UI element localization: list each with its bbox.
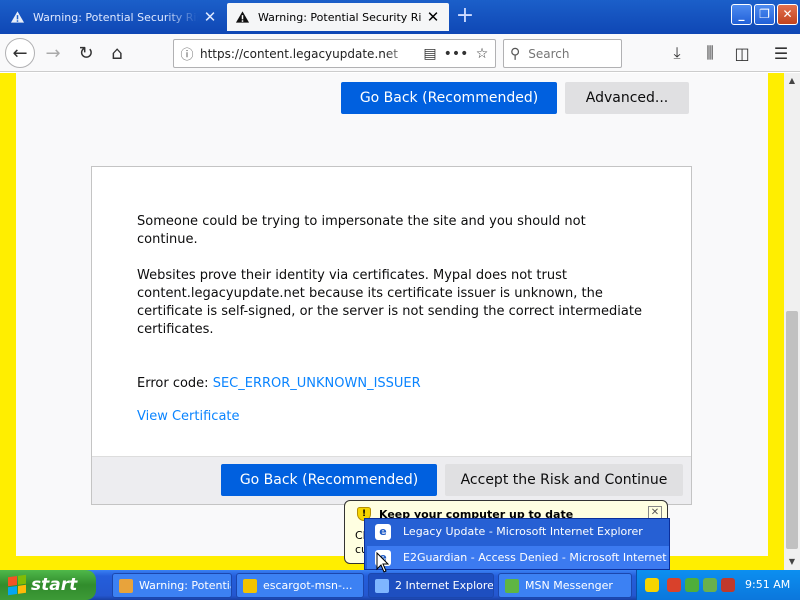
arrow-right-icon: → xyxy=(45,42,61,64)
new-tab-button[interactable]: + xyxy=(452,4,478,30)
close-window-button[interactable]: ✕ xyxy=(777,4,798,25)
taskbar: start Warning: Potential Security Risk A… xyxy=(0,570,800,600)
bookmark-star-icon[interactable]: ☆ xyxy=(469,46,495,62)
scrollbar-thumb[interactable] xyxy=(786,311,798,549)
scroll-up-icon[interactable]: ▲ xyxy=(784,73,800,89)
home-button[interactable]: ⌂ xyxy=(102,38,132,68)
tab-title: Warning: Potential Security Risk Ahead xyxy=(258,10,421,24)
advanced-button[interactable]: Advanced... xyxy=(565,82,689,114)
library-icon: ⫼ xyxy=(706,43,714,62)
warning-icon xyxy=(235,11,250,23)
msn-messenger-icon xyxy=(505,578,519,593)
reader-view-icon[interactable]: ▤ xyxy=(417,46,443,62)
network-icon[interactable] xyxy=(703,578,717,592)
tab-close-icon[interactable]: ✕ xyxy=(425,8,441,26)
warning-icon xyxy=(10,11,25,23)
tab-security-warning-1[interactable]: Warning: Potential Security Risk Ahead ✕ xyxy=(2,3,226,31)
arrow-left-icon: ← xyxy=(12,42,28,64)
start-label: start xyxy=(31,575,78,595)
info-icon[interactable]: ⓘ xyxy=(174,44,200,63)
view-certificate-link[interactable]: View Certificate xyxy=(137,408,647,426)
search-input[interactable] xyxy=(528,46,609,61)
navigation-toolbar: ← → ↻ ⌂ ⓘ https://content.legacyupdate.n… xyxy=(0,34,800,72)
url-bar[interactable]: ⓘ https://content.legacyupdate.net ▤ •••… xyxy=(173,39,496,68)
sidebar-button[interactable]: ◫ xyxy=(727,38,757,68)
go-back-button[interactable]: Go Back (Recommended) xyxy=(221,464,437,496)
search-icon: ⚲ xyxy=(510,45,521,62)
security-shield-icon[interactable] xyxy=(645,578,659,592)
go-back-button-top[interactable]: Go Back (Recommended) xyxy=(341,82,557,114)
group-item-label: Legacy Update - Microsoft Internet Explo… xyxy=(403,525,643,538)
forward-button[interactable]: → xyxy=(38,38,68,68)
download-icon: ⤓ xyxy=(673,43,681,62)
downloads-button[interactable]: ⤓ xyxy=(662,38,692,68)
impersonation-warning-text: Someone could be trying to impersonate t… xyxy=(137,214,586,247)
tab-title: Warning: Potential Security Risk Ahead xyxy=(33,10,198,24)
scroll-down-icon[interactable]: ▼ xyxy=(784,554,800,570)
taskbar-button-label: Warning: Potential Security Risk Ahead xyxy=(139,579,231,592)
advanced-panel: Someone could be trying to impersonate t… xyxy=(91,166,692,505)
tab-close-icon[interactable]: ✕ xyxy=(202,8,218,26)
sidebar-icon: ◫ xyxy=(734,43,750,63)
home-icon: ⌂ xyxy=(111,42,123,64)
internet-explorer-icon: e xyxy=(375,523,391,540)
vertical-scrollbar[interactable]: ▲ ▼ xyxy=(784,73,800,570)
browser-icon xyxy=(119,578,133,593)
accept-risk-button[interactable]: Accept the Risk and Continue xyxy=(445,464,683,496)
taskbar-button-label: 2 Internet Explorer xyxy=(395,579,493,592)
mouse-cursor-icon xyxy=(376,552,390,573)
taskbar-button-escargot[interactable]: escargot-msn-... xyxy=(236,573,364,598)
messenger-tray-icon[interactable] xyxy=(685,578,699,592)
tab-strip: Warning: Potential Security Risk Ahead ✕… xyxy=(0,0,800,34)
error-code-line: Error code: SEC_ERROR_UNKNOWN_ISSUER xyxy=(137,375,647,393)
shield-alert-icon[interactable] xyxy=(721,578,735,592)
folder-icon xyxy=(243,578,257,593)
taskbar-button-label: escargot-msn-... xyxy=(263,579,353,592)
minimize-button[interactable]: _ xyxy=(731,4,752,25)
taskbar-button-msn-messenger[interactable]: MSN Messenger xyxy=(498,573,632,598)
internet-explorer-icon xyxy=(375,578,389,593)
url-text[interactable]: https://content.legacyupdate.net xyxy=(200,47,417,61)
menu-button[interactable]: ☰ xyxy=(766,38,796,68)
search-bar[interactable]: ⚲ xyxy=(503,39,622,68)
error-code-label: Error code: xyxy=(137,376,213,391)
taskbar-group-popup: e Legacy Update - Microsoft Internet Exp… xyxy=(364,518,670,570)
back-button[interactable]: ← xyxy=(5,38,35,68)
taskbar-button-label: MSN Messenger xyxy=(525,579,613,592)
restore-button[interactable]: ❐ xyxy=(754,4,775,25)
group-item-e2guardian[interactable]: e E2Guardian - Access Denied - Microsoft… xyxy=(367,546,669,569)
start-button[interactable]: start xyxy=(0,570,96,600)
library-button[interactable]: ⫼ xyxy=(695,38,725,68)
windows-logo-icon xyxy=(8,574,26,596)
system-tray: 9:51 AM xyxy=(636,570,800,600)
taskbar-button-mypal[interactable]: Warning: Potential Security Risk Ahead xyxy=(112,573,232,598)
tray-app-icon[interactable] xyxy=(667,578,681,592)
taskbar-button-internet-explorer-group[interactable]: 2 Internet Explorer xyxy=(368,573,494,598)
group-item-label: E2Guardian - Access Denied - Microsoft I… xyxy=(403,551,669,564)
reload-button[interactable]: ↻ xyxy=(71,38,101,68)
error-code-link[interactable]: SEC_ERROR_UNKNOWN_ISSUER xyxy=(213,376,421,391)
group-item-legacy-update[interactable]: e Legacy Update - Microsoft Internet Exp… xyxy=(367,520,669,543)
hamburger-menu-icon: ☰ xyxy=(773,43,789,63)
certificate-explanation-text: Websites prove their identity via certif… xyxy=(137,268,642,337)
tab-security-warning-2[interactable]: Warning: Potential Security Risk Ahead ✕ xyxy=(227,3,449,31)
page-actions-icon[interactable]: ••• xyxy=(443,46,469,62)
reload-icon: ↻ xyxy=(78,42,94,64)
clock: 9:51 AM xyxy=(745,578,791,591)
